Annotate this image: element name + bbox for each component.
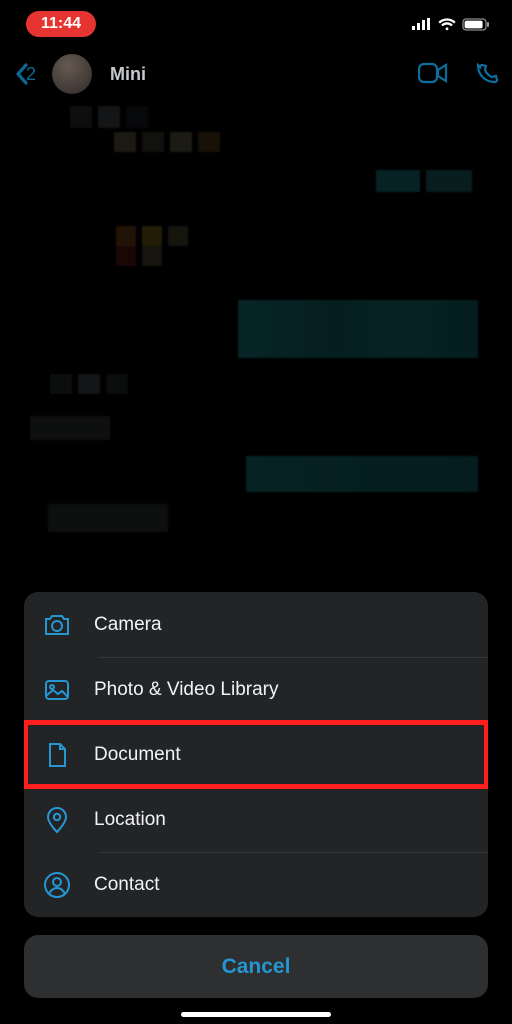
sheet-item-contact[interactable]: Contact: [24, 852, 488, 917]
photo-library-icon: [42, 675, 72, 705]
sheet-item-label: Location: [94, 809, 166, 831]
sheet-item-camera[interactable]: Camera: [24, 592, 488, 657]
cancel-label: Cancel: [222, 955, 291, 979]
sheet-item-location[interactable]: Location: [24, 787, 488, 852]
back-button[interactable]: 2: [14, 62, 36, 86]
cellular-icon: [412, 18, 432, 30]
contact-icon: [42, 870, 72, 900]
cancel-button[interactable]: Cancel: [24, 935, 488, 998]
sheet-item-label: Document: [94, 744, 181, 766]
header-actions: [418, 62, 498, 86]
sheet-item-label: Photo & Video Library: [94, 679, 279, 701]
document-icon: [42, 740, 72, 770]
attachment-action-sheet: Camera Photo & Video Library Document Lo…: [24, 592, 488, 998]
chat-header: 2 Mini: [0, 48, 512, 100]
sheet-item-library[interactable]: Photo & Video Library: [24, 657, 488, 722]
sheet-item-document[interactable]: Document: [24, 722, 488, 787]
status-time: 11:44: [26, 11, 96, 37]
action-sheet-options: Camera Photo & Video Library Document Lo…: [24, 592, 488, 917]
voice-call-icon[interactable]: [474, 62, 498, 86]
location-icon: [42, 805, 72, 835]
avatar[interactable]: [52, 54, 92, 94]
wifi-icon: [438, 18, 456, 31]
sheet-item-label: Camera: [94, 614, 162, 636]
video-call-icon[interactable]: [418, 62, 448, 84]
back-count: 2: [26, 64, 36, 85]
status-bar: 11:44: [0, 0, 512, 48]
camera-icon: [42, 610, 72, 640]
battery-icon: [462, 18, 490, 31]
home-indicator: [181, 1012, 331, 1017]
status-right: [412, 18, 490, 31]
contact-name[interactable]: Mini: [110, 64, 146, 85]
sheet-item-label: Contact: [94, 874, 159, 896]
